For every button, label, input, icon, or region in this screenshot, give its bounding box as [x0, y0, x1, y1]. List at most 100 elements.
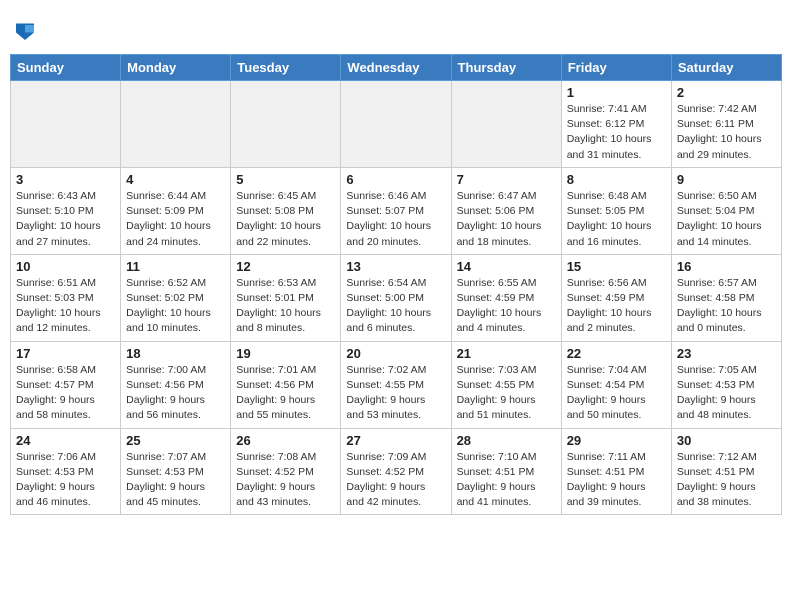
- day-number: 16: [677, 259, 776, 274]
- calendar-cell: [231, 81, 341, 168]
- calendar-cell: 10Sunrise: 6:51 AM Sunset: 5:03 PM Dayli…: [11, 254, 121, 341]
- calendar-cell: 13 Sunrise: 6:54 AM Sunset: 5:00 PM Dayli…: [341, 254, 451, 341]
- day-info: Sunrise: 6:55 AM Sunset: 4:59 PM Dayligh…: [457, 276, 556, 337]
- calendar-cell: 3 Sunrise: 6:43 AM Sunset: 5:10 PM Daylig…: [11, 167, 121, 254]
- calendar-cell: [11, 81, 121, 168]
- day-number: 29: [567, 433, 666, 448]
- day-number: 18: [126, 346, 225, 361]
- logo: [10, 16, 44, 46]
- day-info: Sunrise: 6:53 AM Sunset: 5:01 PM Dayligh…: [236, 276, 335, 337]
- calendar-cell: 4 Sunrise: 6:44 AM Sunset: 5:09 PM Daylig…: [121, 167, 231, 254]
- day-number: 22: [567, 346, 666, 361]
- day-info: Sunrise: 6:57 AM Sunset: 4:58 PM Dayligh…: [677, 276, 776, 337]
- calendar-cell: 30 Sunrise: 7:12 AM Sunset: 4:51 PM Dayli…: [671, 428, 781, 515]
- calendar-cell: 29 Sunrise: 7:11 AM Sunset: 4:51 PM Dayli…: [561, 428, 671, 515]
- day-number: 12: [236, 259, 335, 274]
- day-info: Sunrise: 6:48 AM Sunset: 5:05 PM Dayligh…: [567, 189, 666, 250]
- calendar-cell: 15Sunrise: 6:56 AM Sunset: 4:59 PM Dayli…: [561, 254, 671, 341]
- calendar-week-0: 1 Sunrise: 7:41 AM Sunset: 6:12 PM Daylig…: [11, 81, 782, 168]
- day-info: Sunrise: 6:52 AM Sunset: 5:02 PM Dayligh…: [126, 276, 225, 337]
- calendar-cell: 7 Sunrise: 6:47 AM Sunset: 5:06 PM Daylig…: [451, 167, 561, 254]
- calendar-week-4: 24 Sunrise: 7:06 AM Sunset: 4:53 PM Dayli…: [11, 428, 782, 515]
- day-info: Sunrise: 7:41 AM Sunset: 6:12 PM Dayligh…: [567, 102, 666, 163]
- header-tuesday: Tuesday: [231, 55, 341, 81]
- calendar-table: SundayMondayTuesdayWednesdayThursdayFrid…: [10, 54, 782, 515]
- header-monday: Monday: [121, 55, 231, 81]
- calendar-week-1: 3 Sunrise: 6:43 AM Sunset: 5:10 PM Daylig…: [11, 167, 782, 254]
- calendar-cell: [341, 81, 451, 168]
- page-header: [10, 10, 782, 46]
- day-info: Sunrise: 7:09 AM Sunset: 4:52 PM Dayligh…: [346, 450, 445, 511]
- day-number: 7: [457, 172, 556, 187]
- day-info: Sunrise: 7:12 AM Sunset: 4:51 PM Dayligh…: [677, 450, 776, 511]
- day-info: Sunrise: 6:58 AM Sunset: 4:57 PM Dayligh…: [16, 363, 115, 424]
- day-info: Sunrise: 7:02 AM Sunset: 4:55 PM Dayligh…: [346, 363, 445, 424]
- day-info: Sunrise: 6:47 AM Sunset: 5:06 PM Dayligh…: [457, 189, 556, 250]
- day-number: 24: [16, 433, 115, 448]
- day-number: 15: [567, 259, 666, 274]
- calendar-cell: 2 Sunrise: 7:42 AM Sunset: 6:11 PM Daylig…: [671, 81, 781, 168]
- day-number: 21: [457, 346, 556, 361]
- calendar-week-2: 10Sunrise: 6:51 AM Sunset: 5:03 PM Dayli…: [11, 254, 782, 341]
- day-info: Sunrise: 6:54 AM Sunset: 5:00 PM Dayligh…: [346, 276, 445, 337]
- day-info: Sunrise: 7:03 AM Sunset: 4:55 PM Dayligh…: [457, 363, 556, 424]
- calendar-cell: 6Sunrise: 6:46 AM Sunset: 5:07 PM Daylig…: [341, 167, 451, 254]
- day-number: 10: [16, 259, 115, 274]
- day-number: 25: [126, 433, 225, 448]
- calendar-week-3: 17 Sunrise: 6:58 AM Sunset: 4:57 PM Dayli…: [11, 341, 782, 428]
- day-number: 9: [677, 172, 776, 187]
- calendar-cell: 20 Sunrise: 7:02 AM Sunset: 4:55 PM Dayli…: [341, 341, 451, 428]
- calendar-cell: 24 Sunrise: 7:06 AM Sunset: 4:53 PM Dayli…: [11, 428, 121, 515]
- day-info: Sunrise: 6:45 AM Sunset: 5:08 PM Dayligh…: [236, 189, 335, 250]
- day-info: Sunrise: 7:10 AM Sunset: 4:51 PM Dayligh…: [457, 450, 556, 511]
- day-number: 20: [346, 346, 445, 361]
- calendar-cell: 27 Sunrise: 7:09 AM Sunset: 4:52 PM Dayli…: [341, 428, 451, 515]
- day-info: Sunrise: 7:11 AM Sunset: 4:51 PM Dayligh…: [567, 450, 666, 511]
- header-saturday: Saturday: [671, 55, 781, 81]
- day-info: Sunrise: 7:01 AM Sunset: 4:56 PM Dayligh…: [236, 363, 335, 424]
- calendar-cell: 23 Sunrise: 7:05 AM Sunset: 4:53 PM Dayli…: [671, 341, 781, 428]
- calendar-cell: 18 Sunrise: 7:00 AM Sunset: 4:56 PM Dayli…: [121, 341, 231, 428]
- calendar-cell: 22 Sunrise: 7:04 AM Sunset: 4:54 PM Dayli…: [561, 341, 671, 428]
- day-number: 6: [346, 172, 445, 187]
- header-friday: Friday: [561, 55, 671, 81]
- day-number: 23: [677, 346, 776, 361]
- calendar-cell: 12 Sunrise: 6:53 AM Sunset: 5:01 PM Dayli…: [231, 254, 341, 341]
- calendar-cell: 17 Sunrise: 6:58 AM Sunset: 4:57 PM Dayli…: [11, 341, 121, 428]
- calendar-cell: 16 Sunrise: 6:57 AM Sunset: 4:58 PM Dayli…: [671, 254, 781, 341]
- calendar-cell: 8 Sunrise: 6:48 AM Sunset: 5:05 PM Daylig…: [561, 167, 671, 254]
- calendar-cell: 19Sunrise: 7:01 AM Sunset: 4:56 PM Dayli…: [231, 341, 341, 428]
- day-info: Sunrise: 7:08 AM Sunset: 4:52 PM Dayligh…: [236, 450, 335, 511]
- day-number: 11: [126, 259, 225, 274]
- day-info: Sunrise: 7:07 AM Sunset: 4:53 PM Dayligh…: [126, 450, 225, 511]
- day-info: Sunrise: 7:06 AM Sunset: 4:53 PM Dayligh…: [16, 450, 115, 511]
- day-info: Sunrise: 6:43 AM Sunset: 5:10 PM Dayligh…: [16, 189, 115, 250]
- calendar-cell: 11 Sunrise: 6:52 AM Sunset: 5:02 PM Dayli…: [121, 254, 231, 341]
- day-number: 8: [567, 172, 666, 187]
- calendar-cell: [121, 81, 231, 168]
- day-number: 2: [677, 85, 776, 100]
- day-info: Sunrise: 7:04 AM Sunset: 4:54 PM Dayligh…: [567, 363, 666, 424]
- calendar-cell: 26 Sunrise: 7:08 AM Sunset: 4:52 PM Dayli…: [231, 428, 341, 515]
- day-number: 1: [567, 85, 666, 100]
- header-thursday: Thursday: [451, 55, 561, 81]
- day-number: 4: [126, 172, 225, 187]
- logo-icon: [10, 16, 40, 46]
- header-wednesday: Wednesday: [341, 55, 451, 81]
- day-info: Sunrise: 6:50 AM Sunset: 5:04 PM Dayligh…: [677, 189, 776, 250]
- day-number: 3: [16, 172, 115, 187]
- day-number: 13: [346, 259, 445, 274]
- header-sunday: Sunday: [11, 55, 121, 81]
- calendar-cell: 5Sunrise: 6:45 AM Sunset: 5:08 PM Daylig…: [231, 167, 341, 254]
- calendar-cell: 14 Sunrise: 6:55 AM Sunset: 4:59 PM Dayli…: [451, 254, 561, 341]
- day-number: 30: [677, 433, 776, 448]
- day-info: Sunrise: 7:42 AM Sunset: 6:11 PM Dayligh…: [677, 102, 776, 163]
- day-number: 17: [16, 346, 115, 361]
- day-number: 27: [346, 433, 445, 448]
- day-info: Sunrise: 7:05 AM Sunset: 4:53 PM Dayligh…: [677, 363, 776, 424]
- day-info: Sunrise: 6:44 AM Sunset: 5:09 PM Dayligh…: [126, 189, 225, 250]
- day-number: 26: [236, 433, 335, 448]
- calendar-cell: 1 Sunrise: 7:41 AM Sunset: 6:12 PM Daylig…: [561, 81, 671, 168]
- day-info: Sunrise: 7:00 AM Sunset: 4:56 PM Dayligh…: [126, 363, 225, 424]
- day-number: 14: [457, 259, 556, 274]
